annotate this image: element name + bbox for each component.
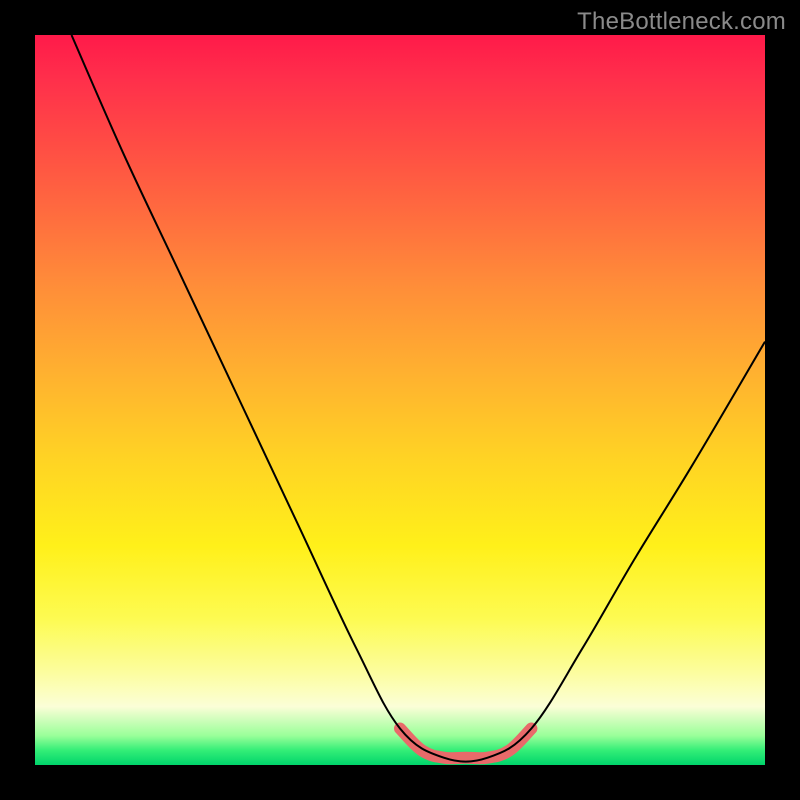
curve-svg: [35, 35, 765, 765]
optimal-region-highlight: [400, 729, 531, 759]
watermark-text: TheBottleneck.com: [577, 8, 786, 36]
plot-area: [35, 35, 765, 765]
chart-frame: TheBottleneck.com: [0, 0, 800, 800]
bottleneck-curve: [72, 35, 766, 762]
